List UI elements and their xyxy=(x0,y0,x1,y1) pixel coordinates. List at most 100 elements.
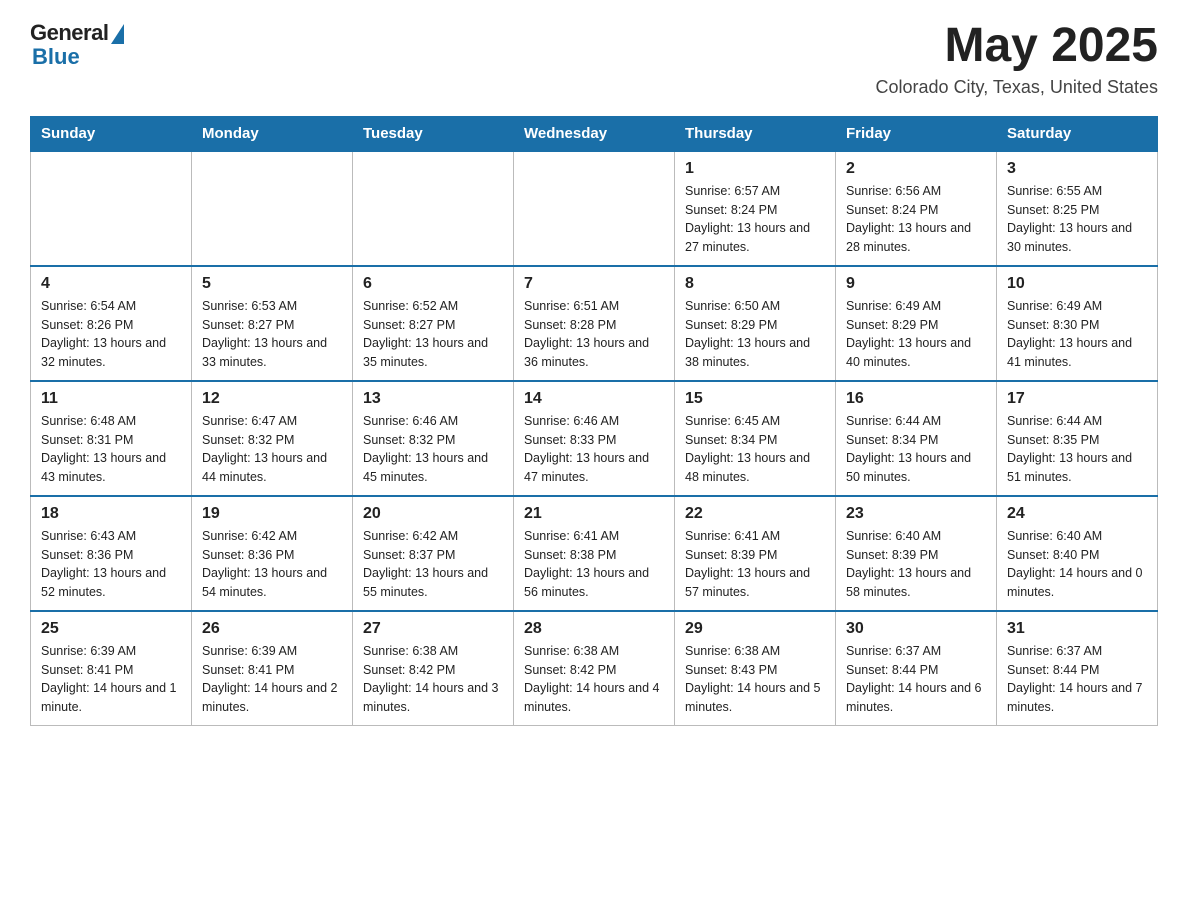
calendar-cell: 20 Sunrise: 6:42 AM Sunset: 8:37 PM Dayli… xyxy=(353,496,514,611)
day-number: 16 xyxy=(846,390,986,408)
day-sun-info: Sunrise: 6:55 AM Sunset: 8:25 PM Dayligh… xyxy=(1007,182,1147,257)
calendar-cell: 25Sunrise: 6:39 AM Sunset: 8:41 PM Dayli… xyxy=(31,611,192,726)
logo: General Blue xyxy=(30,20,124,70)
calendar-cell: 22Sunrise: 6:41 AM Sunset: 8:39 PM Dayli… xyxy=(675,496,836,611)
day-sun-info: Sunrise: 6:57 AM Sunset: 8:24 PM Dayligh… xyxy=(685,182,825,257)
day-number: 8 xyxy=(685,275,825,293)
calendar-cell: 1 Sunrise: 6:57 AM Sunset: 8:24 PM Daylig… xyxy=(675,151,836,266)
calendar-cell xyxy=(514,151,675,266)
day-of-week-header: Tuesday xyxy=(353,116,514,151)
day-sun-info: Sunrise: 6:41 AM Sunset: 8:39 PM Dayligh… xyxy=(685,527,825,602)
day-sun-info: Sunrise: 6:46 AM Sunset: 8:32 PM Dayligh… xyxy=(363,412,503,487)
day-of-week-header: Monday xyxy=(192,116,353,151)
calendar-table: SundayMondayTuesdayWednesdayThursdayFrid… xyxy=(30,116,1158,726)
day-number: 2 xyxy=(846,160,986,178)
day-number: 27 xyxy=(363,620,503,638)
day-number: 10 xyxy=(1007,275,1147,293)
day-sun-info: Sunrise: 6:52 AM Sunset: 8:27 PM Dayligh… xyxy=(363,297,503,372)
calendar-header-row: SundayMondayTuesdayWednesdayThursdayFrid… xyxy=(31,116,1158,151)
logo-general-text: General xyxy=(30,20,108,46)
calendar-cell: 28Sunrise: 6:38 AM Sunset: 8:42 PM Dayli… xyxy=(514,611,675,726)
page-header: General Blue May 2025 Colorado City, Tex… xyxy=(30,20,1158,98)
day-number: 25 xyxy=(41,620,181,638)
title-area: May 2025 Colorado City, Texas, United St… xyxy=(876,20,1158,98)
day-number: 21 xyxy=(524,505,664,523)
location-label: Colorado City, Texas, United States xyxy=(876,77,1158,98)
day-sun-info: Sunrise: 6:56 AM Sunset: 8:24 PM Dayligh… xyxy=(846,182,986,257)
calendar-cell: 8 Sunrise: 6:50 AM Sunset: 8:29 PM Daylig… xyxy=(675,266,836,381)
month-title: May 2025 xyxy=(876,20,1158,73)
day-sun-info: Sunrise: 6:41 AM Sunset: 8:38 PM Dayligh… xyxy=(524,527,664,602)
day-sun-info: Sunrise: 6:43 AM Sunset: 8:36 PM Dayligh… xyxy=(41,527,181,602)
calendar-cell xyxy=(31,151,192,266)
week-row: 1 Sunrise: 6:57 AM Sunset: 8:24 PM Daylig… xyxy=(31,151,1158,266)
day-number: 6 xyxy=(363,275,503,293)
day-sun-info: Sunrise: 6:49 AM Sunset: 8:30 PM Dayligh… xyxy=(1007,297,1147,372)
day-number: 14 xyxy=(524,390,664,408)
calendar-cell: 19 Sunrise: 6:42 AM Sunset: 8:36 PM Dayli… xyxy=(192,496,353,611)
calendar-cell: 18 Sunrise: 6:43 AM Sunset: 8:36 PM Dayli… xyxy=(31,496,192,611)
calendar-cell xyxy=(192,151,353,266)
calendar-cell: 11 Sunrise: 6:48 AM Sunset: 8:31 PM Dayli… xyxy=(31,381,192,496)
day-number: 1 xyxy=(685,160,825,178)
calendar-cell: 14 Sunrise: 6:46 AM Sunset: 8:33 PM Dayli… xyxy=(514,381,675,496)
day-sun-info: Sunrise: 6:44 AM Sunset: 8:35 PM Dayligh… xyxy=(1007,412,1147,487)
day-sun-info: Sunrise: 6:39 AM Sunset: 8:41 PM Dayligh… xyxy=(202,642,342,717)
day-number: 17 xyxy=(1007,390,1147,408)
week-row: 25 Sunrise: 6:39 AM Sunset: 8:41 PM Dayli… xyxy=(31,611,1158,726)
day-of-week-header: Wednesday xyxy=(514,116,675,151)
calendar-cell: 12 Sunrise: 6:47 AM Sunset: 8:32 PM Dayli… xyxy=(192,381,353,496)
calendar-cell: 30 Sunrise: 6:37 AM Sunset: 8:44 PM Dayli… xyxy=(836,611,997,726)
calendar-cell: 4 Sunrise: 6:54 AM Sunset: 8:26 PM Daylig… xyxy=(31,266,192,381)
week-row: 4 Sunrise: 6:54 AM Sunset: 8:26 PM Daylig… xyxy=(31,266,1158,381)
day-sun-info: Sunrise: 6:38 AM Sunset: 8:42 PM Dayligh… xyxy=(363,642,503,717)
day-number: 20 xyxy=(363,505,503,523)
day-number: 7 xyxy=(524,275,664,293)
day-sun-info: Sunrise: 6:48 AM Sunset: 8:31 PM Dayligh… xyxy=(41,412,181,487)
week-row: 11 Sunrise: 6:48 AM Sunset: 8:31 PM Dayli… xyxy=(31,381,1158,496)
day-number: 5 xyxy=(202,275,342,293)
calendar-cell: 5Sunrise: 6:53 AM Sunset: 8:27 PM Daylig… xyxy=(192,266,353,381)
day-number: 19 xyxy=(202,505,342,523)
day-sun-info: Sunrise: 6:47 AM Sunset: 8:32 PM Dayligh… xyxy=(202,412,342,487)
calendar-cell: 15Sunrise: 6:45 AM Sunset: 8:34 PM Dayli… xyxy=(675,381,836,496)
calendar-cell: 29 Sunrise: 6:38 AM Sunset: 8:43 PM Dayli… xyxy=(675,611,836,726)
calendar-cell: 7 Sunrise: 6:51 AM Sunset: 8:28 PM Daylig… xyxy=(514,266,675,381)
day-number: 12 xyxy=(202,390,342,408)
calendar-cell: 17 Sunrise: 6:44 AM Sunset: 8:35 PM Dayli… xyxy=(997,381,1158,496)
day-number: 29 xyxy=(685,620,825,638)
day-sun-info: Sunrise: 6:44 AM Sunset: 8:34 PM Dayligh… xyxy=(846,412,986,487)
day-of-week-header: Sunday xyxy=(31,116,192,151)
day-sun-info: Sunrise: 6:46 AM Sunset: 8:33 PM Dayligh… xyxy=(524,412,664,487)
calendar-cell: 21 Sunrise: 6:41 AM Sunset: 8:38 PM Dayli… xyxy=(514,496,675,611)
day-sun-info: Sunrise: 6:42 AM Sunset: 8:36 PM Dayligh… xyxy=(202,527,342,602)
day-sun-info: Sunrise: 6:45 AM Sunset: 8:34 PM Dayligh… xyxy=(685,412,825,487)
logo-triangle-icon xyxy=(111,24,124,44)
day-number: 11 xyxy=(41,390,181,408)
day-sun-info: Sunrise: 6:38 AM Sunset: 8:42 PM Dayligh… xyxy=(524,642,664,717)
day-of-week-header: Saturday xyxy=(997,116,1158,151)
calendar-cell: 23 Sunrise: 6:40 AM Sunset: 8:39 PM Dayli… xyxy=(836,496,997,611)
logo-blue-text: Blue xyxy=(32,44,80,70)
day-sun-info: Sunrise: 6:51 AM Sunset: 8:28 PM Dayligh… xyxy=(524,297,664,372)
day-sun-info: Sunrise: 6:42 AM Sunset: 8:37 PM Dayligh… xyxy=(363,527,503,602)
day-number: 26 xyxy=(202,620,342,638)
day-sun-info: Sunrise: 6:50 AM Sunset: 8:29 PM Dayligh… xyxy=(685,297,825,372)
day-of-week-header: Thursday xyxy=(675,116,836,151)
week-row: 18 Sunrise: 6:43 AM Sunset: 8:36 PM Dayli… xyxy=(31,496,1158,611)
day-number: 30 xyxy=(846,620,986,638)
day-number: 18 xyxy=(41,505,181,523)
calendar-cell: 10 Sunrise: 6:49 AM Sunset: 8:30 PM Dayli… xyxy=(997,266,1158,381)
day-sun-info: Sunrise: 6:37 AM Sunset: 8:44 PM Dayligh… xyxy=(846,642,986,717)
calendar-cell xyxy=(353,151,514,266)
day-sun-info: Sunrise: 6:54 AM Sunset: 8:26 PM Dayligh… xyxy=(41,297,181,372)
day-number: 4 xyxy=(41,275,181,293)
calendar-cell: 9Sunrise: 6:49 AM Sunset: 8:29 PM Daylig… xyxy=(836,266,997,381)
day-sun-info: Sunrise: 6:38 AM Sunset: 8:43 PM Dayligh… xyxy=(685,642,825,717)
calendar-cell: 24Sunrise: 6:40 AM Sunset: 8:40 PM Dayli… xyxy=(997,496,1158,611)
day-number: 23 xyxy=(846,505,986,523)
day-sun-info: Sunrise: 6:37 AM Sunset: 8:44 PM Dayligh… xyxy=(1007,642,1147,717)
calendar-cell: 2 Sunrise: 6:56 AM Sunset: 8:24 PM Daylig… xyxy=(836,151,997,266)
day-of-week-header: Friday xyxy=(836,116,997,151)
day-sun-info: Sunrise: 6:40 AM Sunset: 8:39 PM Dayligh… xyxy=(846,527,986,602)
